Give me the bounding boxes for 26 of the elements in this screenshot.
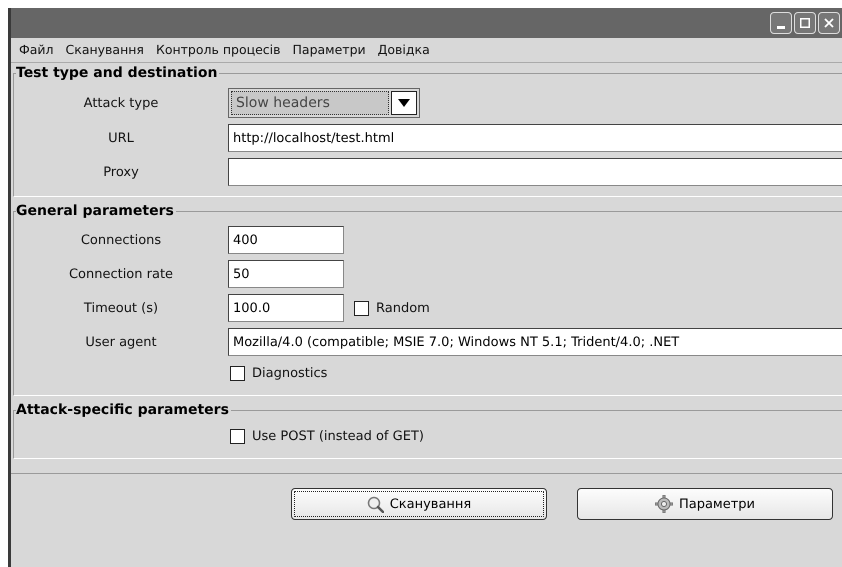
- input-field[interactable]: 50: [228, 260, 344, 288]
- field-label: User agent: [84, 334, 158, 350]
- checkbox-label: Diagnostics: [252, 366, 328, 381]
- field-label: Connection rate: [68, 266, 174, 282]
- menu-item[interactable]: Довідка: [372, 41, 436, 58]
- field-label: URL: [107, 130, 135, 146]
- menu-item[interactable]: Контроль процесів: [150, 41, 287, 58]
- field-label: Proxy: [102, 164, 140, 180]
- checkbox-label: Use POST (instead of GET): [252, 429, 424, 444]
- action-button[interactable]: Параметри: [577, 488, 833, 520]
- field-label: Attack type: [82, 96, 160, 110]
- dropdown[interactable]: Slow headers: [228, 88, 420, 118]
- field-label: Connections: [80, 232, 162, 248]
- menu-item[interactable]: Параметри: [286, 41, 372, 58]
- field-label: Timeout (s): [82, 300, 160, 316]
- input-field[interactable]: 100.0: [228, 294, 344, 322]
- group-title: Test type and destination: [16, 64, 220, 82]
- action-button[interactable]: Сканування: [291, 488, 547, 520]
- menu-item[interactable]: Файл: [13, 41, 60, 58]
- checkbox-label: Random: [376, 300, 430, 316]
- input-field[interactable]: Mozilla/4.0 (compatible; MSIE 7.0; Windows NT 5.1; Trident/4.0; .NET: [228, 328, 842, 356]
- input-field[interactable]: http://localhost/test.html: [228, 124, 842, 152]
- group-title: Attack-specific parameters: [16, 401, 231, 419]
- input-field[interactable]: 400: [228, 226, 344, 254]
- menu-item[interactable]: Сканування: [60, 41, 150, 58]
- group-title: General parameters: [16, 202, 176, 220]
